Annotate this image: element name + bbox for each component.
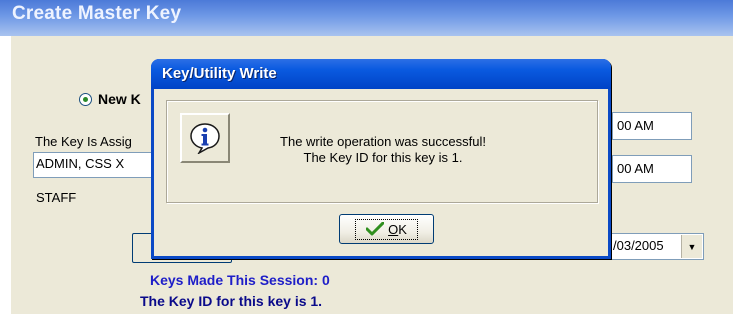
- ok-button-focus: OK: [355, 218, 418, 240]
- start-time-field[interactable]: 00 AM: [612, 112, 692, 140]
- key-utility-dialog: Key/Utility Write The write operation wa…: [151, 59, 611, 259]
- dialog-body: The write operation was successful! The …: [154, 89, 608, 256]
- chevron-down-icon[interactable]: ▼: [681, 235, 702, 258]
- dialog-titlebar[interactable]: Key/Utility Write: [151, 59, 611, 89]
- window-titlebar: Create Master Key: [0, 0, 733, 36]
- end-time-field[interactable]: 00 AM: [612, 155, 692, 183]
- ok-button[interactable]: OK: [339, 214, 434, 244]
- key-id-label: The Key ID for this key is 1.: [140, 293, 323, 309]
- radio-selected-icon[interactable]: [79, 92, 92, 106]
- message-line-1: The write operation was successful!: [280, 134, 486, 149]
- message-panel: The write operation was successful! The …: [166, 100, 598, 203]
- checkmark-icon: [366, 222, 385, 236]
- assigned-to-label: The Key Is Assig: [35, 134, 132, 149]
- keys-made-label: Keys Made This Session: 0: [150, 272, 330, 288]
- new-key-radio[interactable]: New K: [79, 91, 141, 107]
- date-value: /03/2005: [613, 238, 664, 253]
- new-key-radio-label: New K: [98, 91, 141, 107]
- info-icon-graphic: [190, 123, 220, 154]
- staff-text: STAFF: [36, 190, 77, 205]
- screen: Create Master Key New K The Key Is Assig…: [0, 0, 733, 314]
- dialog-title: Key/Utility Write: [162, 65, 277, 82]
- date-dropdown[interactable]: /03/2005 ▼: [604, 233, 704, 260]
- ok-mnemonic: O: [388, 221, 399, 237]
- ok-button-label: OK: [388, 221, 407, 237]
- info-icon: [180, 113, 230, 163]
- window-title: Create Master Key: [12, 3, 182, 24]
- message-line-2: The Key ID for this key is 1.: [303, 150, 463, 165]
